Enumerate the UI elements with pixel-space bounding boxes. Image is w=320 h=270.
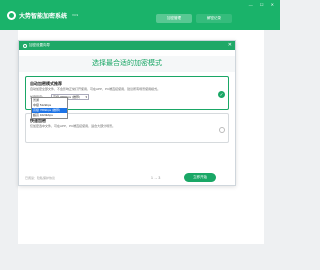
app-title: 大势智能加密系统 [19,14,68,20]
option-desc: 仅加密选中文件，可在APP、PC端直接使用，适合大部分场景。 [30,124,116,128]
tab-encrypt[interactable]: 加密管理 [156,14,192,23]
option-desc: 自动加密全部文件，不会影响正常打开使用，可在APP、PC端直接使用，建议所有场景… [30,87,161,91]
dropdown-option[interactable]: 超高 1024kbps [32,113,67,118]
settings-icon [23,43,27,48]
close-icon[interactable]: ✕ [228,42,232,48]
maximize-icon[interactable]: ☐ [260,2,264,7]
dialog-heading: 选择最合适的加密模式 [19,56,235,72]
footer-note[interactable]: 已阅读：隐私保护协议 [25,176,55,180]
page-indicator: 1 → 3 [151,176,161,180]
tab-record[interactable]: 解密记录 [196,14,232,23]
app-version: V3.9 [72,13,79,17]
strength-dropdown: 普通 中级 512kbps 高级 768kbps (推荐) 超高 1024kbp… [31,97,68,119]
minimize-icon[interactable]: — [249,2,253,7]
app-logo-icon [7,11,16,20]
start-button[interactable]: 立即开始 [184,173,216,182]
radio-button[interactable] [219,127,225,133]
check-icon[interactable]: ✓ [218,91,225,98]
chevron-down-icon: ▾ [85,95,87,99]
window-controls: — ☐ ✕ [243,2,274,7]
title-bar: 大势智能加密系统 V3.9 加密管理 解密记录 — ☐ ✕ [0,0,280,30]
close-icon[interactable]: ✕ [271,2,274,7]
dialog-header: 加密设置向导 ✕ [19,41,235,50]
dialog-title: 加密设置向导 [29,43,50,47]
